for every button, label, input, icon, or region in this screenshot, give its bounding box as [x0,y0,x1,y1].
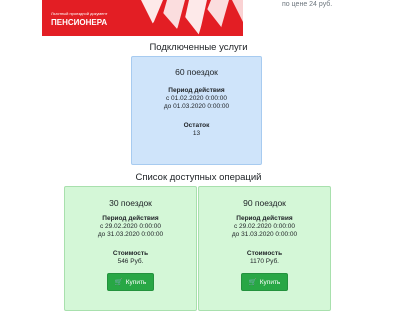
operation-title: 30 поездок [109,198,152,208]
banner-small-text: Льготный проездной документ [51,11,108,16]
banner-title: ПЕНСИОНЕРА [51,18,108,27]
operation-card-90: 90 поездок Период действия с 29.02.2020 … [198,186,331,311]
cart-icon: 🛒 [248,279,257,286]
buy-button[interactable]: 🛒 Купить [106,273,155,291]
period-label: Период действия [236,215,293,222]
price-note: по цене 24 руб. [282,1,333,8]
buy-button-label: Купить [259,279,281,286]
period-to: до 31.03.2020 0:00:00 [97,231,164,238]
period-from: с 29.02.2020 0:00:00 [233,223,296,230]
service-title: 60 поездок [175,67,218,77]
remaining-label: Остаток [183,122,210,129]
period-to: до 31.03.2020 0:00:00 [231,231,298,238]
period-label: Период действия [102,215,159,222]
pensioner-card-banner: Льготный проездной документ ПЕНСИОНЕРА [42,0,243,36]
banner-logo-graphic [141,0,243,36]
cost-label: Стоимость [112,250,149,257]
period-from: с 29.02.2020 0:00:00 [99,223,162,230]
connected-services-heading: Подключенные услуги [149,42,248,53]
operation-card-30: 30 поездок Период действия с 29.02.2020 … [64,186,197,311]
operation-title: 90 поездок [243,198,286,208]
cart-icon: 🛒 [114,279,123,286]
cost-label: Стоимость [246,250,283,257]
remaining-value: 13 [192,130,201,137]
cost-value: 1170 Руб. [250,258,279,265]
connected-service-card: 60 поездок Период действия с 01.02.2020 … [131,56,262,165]
period-label: Период действия [168,87,225,94]
buy-button-label: Купить [125,279,147,286]
period-to: до 01.03.2020 0:00:00 [163,103,230,110]
period-from: с 01.02.2020 0:00:00 [165,95,228,102]
cost-value: 546 Руб. [117,258,144,265]
buy-button[interactable]: 🛒 Купить [240,273,289,291]
operations-heading: Список доступных операций [135,172,262,183]
